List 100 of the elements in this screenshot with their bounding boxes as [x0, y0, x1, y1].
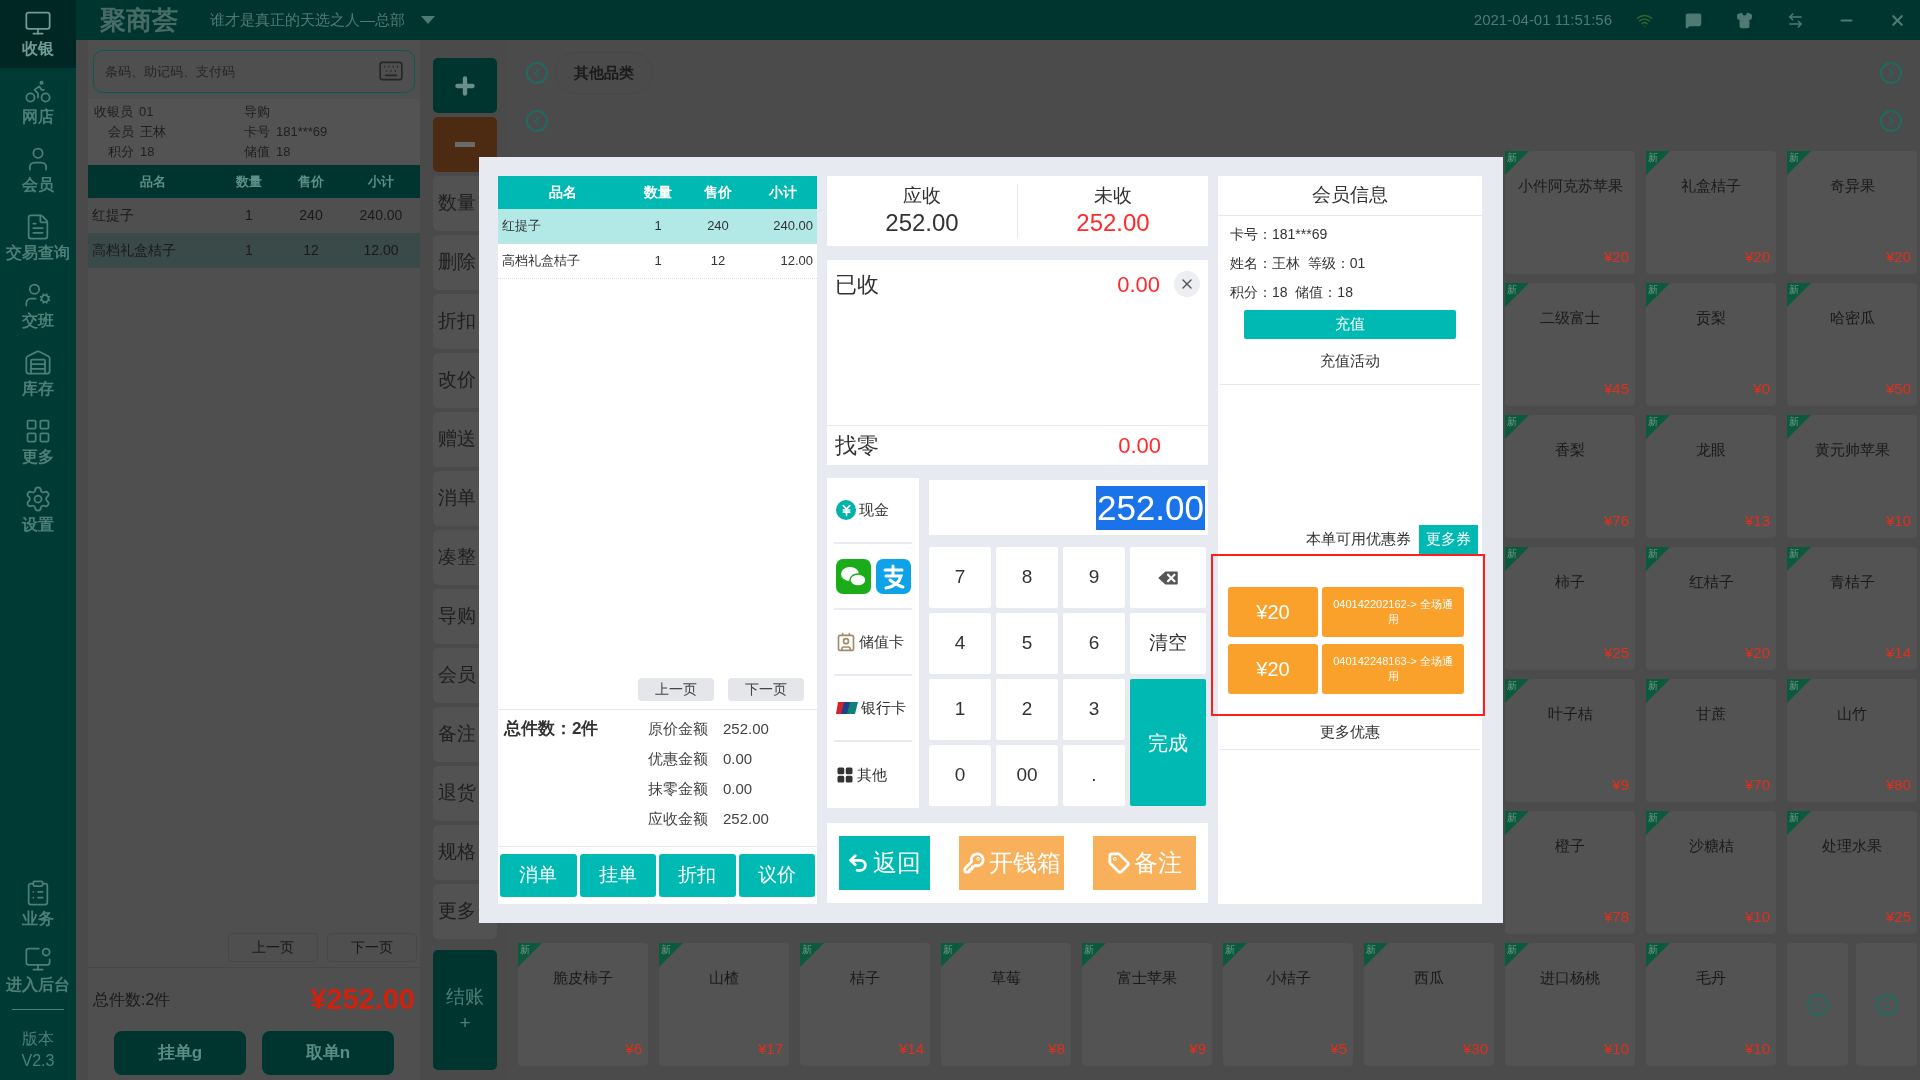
product-tile[interactable]: 新 柿子 ¥25: [1505, 547, 1635, 670]
product-name: 哈密瓜: [1828, 308, 1876, 328]
shirt-icon[interactable]: [1736, 11, 1753, 29]
product-tile[interactable]: 新 叶子桔 ¥9: [1505, 679, 1635, 802]
payment-method-button[interactable]: 储值卡: [834, 630, 904, 654]
sidebar-item[interactable]: 会员: [0, 136, 76, 204]
keypad-key[interactable]: 5: [996, 613, 1058, 674]
swap-icon[interactable]: [1787, 11, 1804, 29]
keypad-key[interactable]: 清空: [1130, 613, 1206, 674]
table-cell-text: 12: [709, 252, 727, 271]
product-tile[interactable]: 新 草莓 ¥8: [941, 943, 1071, 1066]
product-price: ¥10: [1885, 510, 1911, 531]
product-price: ¥20: [1885, 246, 1911, 267]
checkout-button[interactable]: 结账 +: [433, 950, 497, 1070]
sidebar-item[interactable]: 交易查询: [0, 204, 76, 272]
dialog-action-button[interactable]: 消单: [500, 854, 577, 897]
cart-action-button[interactable]: 取单n: [262, 1031, 394, 1075]
sidebar-item[interactable]: 交班: [0, 272, 76, 340]
product-tile[interactable]: 新 脆皮柿子 ¥6: [518, 943, 648, 1066]
new-badge: 新: [1646, 943, 1670, 967]
version-number: V2.3: [20, 1051, 56, 1071]
product-tile[interactable]: 新 二级富士 ¥45: [1505, 283, 1635, 406]
sidebar-item[interactable]: 库存: [0, 340, 76, 408]
keypad-key[interactable]: 9: [1063, 547, 1125, 608]
confirm-button[interactable]: 完成: [1130, 679, 1206, 806]
column-header: 数量: [643, 183, 673, 202]
monitor-icon: [24, 9, 52, 37]
sidebar-item[interactable]: 网店: [0, 68, 76, 136]
payment-method-button[interactable]: 银行卡: [834, 696, 906, 720]
dialog-action-button[interactable]: 议价: [738, 854, 815, 897]
amount-due: 252.00: [885, 208, 959, 238]
product-price: ¥70: [1744, 774, 1770, 795]
dialog-action-button[interactable]: 挂单: [579, 854, 656, 897]
page-button[interactable]: 上一页: [638, 678, 714, 701]
dialog-action-button[interactable]: 折扣: [659, 854, 736, 897]
keypad-key[interactable]: 7: [929, 547, 991, 608]
product-tile[interactable]: 新 山楂 ¥17: [659, 943, 789, 1066]
product-price: ¥20: [1744, 642, 1770, 663]
table-cell-text: 240.00: [772, 217, 814, 236]
sidebar-item[interactable]: 业务: [0, 871, 76, 937]
footer-button[interactable]: 返回: [839, 836, 930, 890]
product-tile[interactable]: 新 西瓜 ¥30: [1364, 943, 1494, 1066]
new-badge: 新: [1787, 679, 1811, 703]
page-button[interactable]: 下一页: [728, 678, 804, 701]
amount-field[interactable]: 252.00: [929, 480, 1208, 535]
app-logo: 聚商荟: [100, 3, 178, 37]
keypad-key[interactable]: 00: [996, 745, 1058, 806]
footer-button[interactable]: 备注: [1093, 836, 1196, 890]
keypad-key[interactable]: 8: [996, 547, 1058, 608]
clear-button[interactable]: [1174, 271, 1200, 297]
subtract-button[interactable]: [433, 117, 497, 172]
sidebar-item[interactable]: 收银: [0, 0, 76, 68]
summary-label: 原价金额: [648, 718, 708, 739]
product-tile[interactable]: 新 龙眼 ¥13: [1646, 415, 1776, 538]
keypad-key[interactable]: 6: [1063, 613, 1125, 674]
coupon[interactable]: ¥20 040142202162-> 全场通用: [1228, 587, 1464, 637]
keypad-key[interactable]: 2: [996, 679, 1058, 740]
keypad-key[interactable]: 0: [929, 745, 991, 806]
column-header: 售价: [703, 183, 733, 202]
more-coupons-button[interactable]: 更多券: [1419, 525, 1478, 554]
product-tile[interactable]: 新 橙子 ¥78: [1505, 811, 1635, 934]
product-price: ¥0: [1753, 378, 1770, 399]
minus-icon: [455, 142, 475, 147]
product-tile[interactable]: 新 香梨 ¥76: [1505, 415, 1635, 538]
cart-action-button[interactable]: 挂单g: [114, 1031, 246, 1075]
grid-icon: [836, 766, 854, 784]
product-tile[interactable]: 新 贡梨 ¥0: [1646, 283, 1776, 406]
item-row[interactable]: 红提子 1 240 240.00: [498, 209, 817, 244]
user-gear-icon: [24, 281, 52, 309]
keypad-key[interactable]: .: [1063, 745, 1125, 806]
backspace-button[interactable]: [1130, 547, 1206, 608]
column-header: 品名: [548, 183, 578, 202]
sidebar-item[interactable]: 进入后台: [0, 937, 76, 1003]
coupon[interactable]: ¥20 040142248163-> 全场通用: [1228, 644, 1464, 694]
payment-app-icon[interactable]: [876, 558, 911, 594]
product-price: ¥25: [1885, 906, 1911, 927]
product-name: 柿子: [1554, 572, 1586, 592]
received-label: 已收: [835, 270, 879, 299]
product-price: ¥25: [1603, 642, 1629, 663]
payment-method-button[interactable]: 其他: [834, 763, 887, 787]
product-tile[interactable]: 新 山竹 ¥80: [1787, 679, 1917, 802]
item-row[interactable]: 高档礼盒桔子 1 12 12.00: [498, 244, 817, 279]
keypad-key[interactable]: 4: [929, 613, 991, 674]
footer-button[interactable]: 开钱箱: [958, 836, 1065, 890]
product-tile[interactable]: 新 哈密瓜 ¥50: [1787, 283, 1917, 406]
warehouse-icon: [24, 349, 52, 377]
recharge-button[interactable]: 充值: [1244, 310, 1456, 339]
product-price: ¥50: [1885, 378, 1911, 399]
sidebar-item[interactable]: 设置: [0, 476, 76, 544]
add-button[interactable]: [433, 58, 497, 113]
product-price: ¥10: [1603, 1038, 1629, 1059]
received-amount: 0.00: [1117, 270, 1160, 299]
keypad-key[interactable]: 3: [1063, 679, 1125, 740]
product-tile[interactable]: 新 毛丹 ¥10: [1646, 943, 1776, 1066]
payment-method-button[interactable]: 现金: [834, 498, 889, 522]
message-icon[interactable]: [1685, 11, 1702, 29]
chat-app-icon[interactable]: [836, 558, 871, 594]
sidebar-item[interactable]: 更多: [0, 408, 76, 476]
keypad-key[interactable]: 1: [929, 679, 991, 740]
new-badge: 新: [1787, 283, 1811, 307]
